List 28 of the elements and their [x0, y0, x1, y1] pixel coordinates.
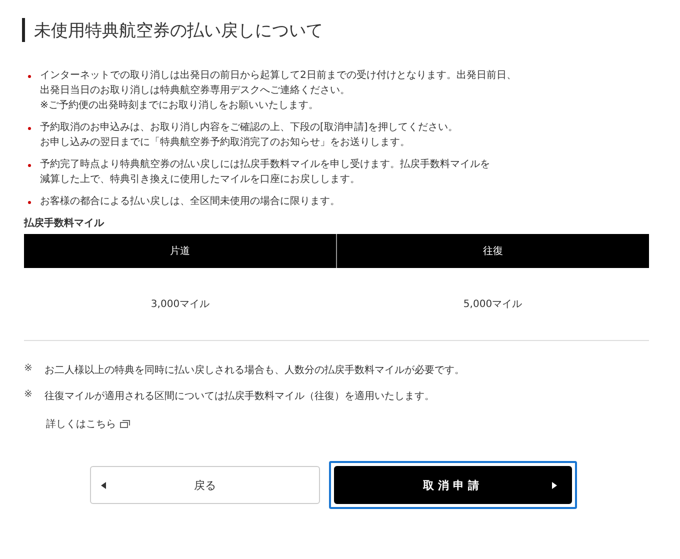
- notice-text: 減算した上で、特典引き換えに使用したマイルを口座にお戻しします。: [40, 172, 361, 187]
- table-caption: 払戻手数料マイル: [24, 216, 106, 230]
- bullet-icon: [28, 201, 31, 204]
- bullet-icon: [28, 75, 31, 78]
- details-link[interactable]: 詳しくはこちら: [46, 417, 116, 431]
- external-window-icon: [120, 420, 130, 428]
- table-cell: 3,000マイル: [24, 268, 336, 340]
- bullet-icon: [28, 127, 31, 130]
- table-cell: 5,000マイル: [336, 268, 649, 340]
- notice-text: お客様の都合による払い戻しは、全区間未使用の場合に限ります。: [40, 194, 340, 209]
- back-button[interactable]: 戻る: [90, 466, 320, 504]
- caret-icon: [101, 482, 106, 489]
- note-mark: ※: [24, 389, 32, 402]
- note-text: 往復マイルが適用される区間については払戻手数料マイル（往復）を適用いたします。: [44, 390, 434, 403]
- notice-text: お申し込みの翌日までに「特典航空券予約取消完了のお知らせ」をお送りします。: [40, 136, 411, 150]
- notice-text: 予約完了時点より特典航空券の払い戻しには払戻手数料マイルを申し受けます。払戻手数料マイルを: [40, 158, 490, 172]
- bullet-icon: [28, 164, 31, 167]
- cancel-request-button[interactable]: 取消申請: [334, 466, 572, 504]
- note-text: お二人様以上の特典を同時に払い戻しされる場合も、人数分の払戻手数料マイルが必要です。: [44, 364, 464, 377]
- notice-text: 出発日当日のお取り消しは特典航空券専用デスクへご連絡ください。: [40, 84, 351, 98]
- notice-text: インターネットでの取り消しは出発日の前日から起算して2日前までの受け付けとなります。出発日前日、: [40, 68, 516, 83]
- note-mark: ※: [24, 363, 32, 376]
- caret-icon: [552, 482, 557, 489]
- page-title: 未使用特典航空券の払い戻しについて: [34, 20, 323, 42]
- notice-text: ※ご予約便の出発時刻までにお取り消しをお願いいたします。: [40, 98, 320, 113]
- column-header: 片道: [24, 234, 336, 268]
- column-header: 往復: [336, 234, 649, 268]
- notice-text: 予約取消のお申込みは、お取り消し内容をご確認の上、下段の[取消申請]を押してください。: [40, 120, 458, 135]
